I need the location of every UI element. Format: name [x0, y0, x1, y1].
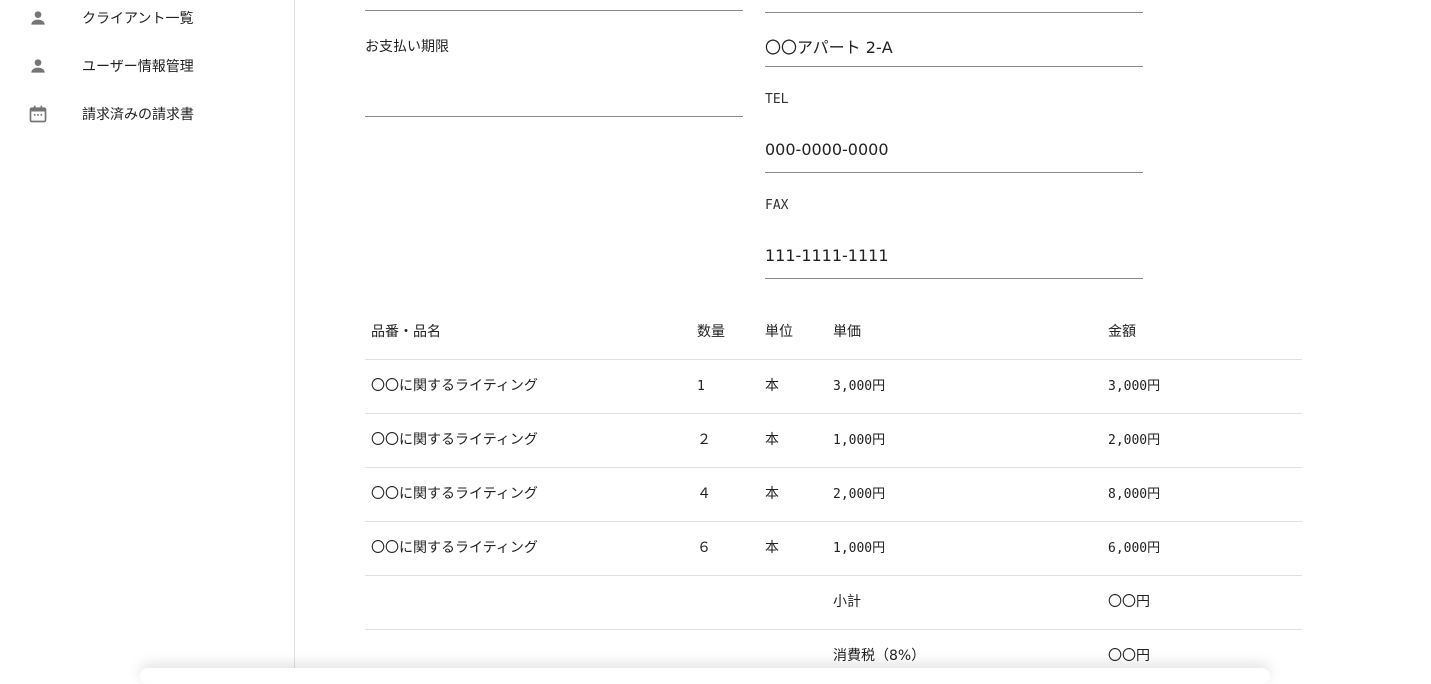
item-price: 3,000円 — [833, 379, 886, 394]
item-amount: 2,000円 — [1108, 433, 1161, 448]
item-name: 〇〇に関するライティング — [371, 486, 538, 502]
items-table: 品番・品名 数量 単位 単価 金額 〇〇に関するライティング 1 本 3,000… — [365, 306, 1302, 683]
previous-field-underline — [365, 10, 743, 11]
fax-field[interactable]: 111-1111-1111 — [765, 236, 1143, 278]
item-name: 〇〇に関するライティング — [371, 540, 538, 556]
item-unit: 本 — [765, 486, 779, 502]
item-amount: 6,000円 — [1108, 541, 1161, 556]
item-name: 〇〇に関するライティング — [371, 378, 538, 394]
calendar-icon — [29, 105, 47, 123]
table-row: 〇〇に関するライティング ４ 本 2,000円 8,000円 — [365, 468, 1302, 522]
sidebar: クライアント一覧 ユーザー情報管理 請求済みの請求書 — [0, 0, 295, 674]
sidebar-item-billed-invoices[interactable]: 請求済みの請求書 — [0, 90, 294, 138]
subtotal-label: 小計 — [833, 594, 861, 610]
fax-value: 111-1111-1111 — [765, 246, 889, 265]
subtotal-value: 〇〇円 — [1108, 594, 1150, 610]
previous-field-underline — [765, 12, 1143, 13]
due-date-field[interactable] — [365, 60, 743, 116]
person-icon — [31, 59, 45, 73]
card-bottom-edge — [140, 668, 1270, 684]
sidebar-item-label: クライアント一覧 — [82, 11, 194, 27]
table-row: 〇〇に関するライティング 1 本 3,000円 3,000円 — [365, 360, 1302, 414]
item-price: 2,000円 — [833, 487, 886, 502]
item-unit: 本 — [765, 432, 779, 448]
item-qty: ６ — [697, 540, 711, 556]
item-qty: ４ — [697, 486, 711, 502]
sidebar-item-user-info[interactable]: ユーザー情報管理 — [0, 42, 294, 90]
header-price: 単価 — [833, 324, 861, 340]
tel-label: TEL — [765, 92, 789, 107]
address-underline — [765, 66, 1143, 67]
header-name: 品番・品名 — [371, 324, 441, 340]
item-qty: 1 — [697, 379, 705, 394]
item-price: 1,000円 — [833, 541, 886, 556]
person-icon — [31, 11, 45, 25]
table-row: 〇〇に関するライティング ２ 本 1,000円 2,000円 — [365, 414, 1302, 468]
due-date-label: お支払い期限 — [365, 39, 449, 55]
due-date-underline — [365, 116, 743, 117]
table-header-row: 品番・品名 数量 単位 単価 金額 — [365, 306, 1302, 360]
item-unit: 本 — [765, 540, 779, 556]
address-field[interactable]: 〇〇アパート 2-A — [765, 24, 1143, 66]
tel-underline — [765, 172, 1143, 173]
tel-field[interactable]: 000-0000-0000 — [765, 130, 1143, 172]
sidebar-item-label: 請求済みの請求書 — [82, 107, 194, 123]
tel-value: 000-0000-0000 — [765, 140, 889, 159]
item-amount: 8,000円 — [1108, 487, 1161, 502]
item-name: 〇〇に関するライティング — [371, 432, 538, 448]
sidebar-item-client-list[interactable]: クライアント一覧 — [0, 0, 294, 42]
item-unit: 本 — [765, 378, 779, 394]
header-amount: 金額 — [1108, 324, 1136, 340]
address-value: 〇〇アパート 2-A — [765, 38, 893, 57]
sidebar-item-label: ユーザー情報管理 — [82, 59, 194, 75]
subtotal-row: 小計 〇〇円 — [365, 576, 1302, 630]
header-unit: 単位 — [765, 324, 793, 340]
fax-underline — [765, 278, 1143, 279]
fax-label: FAX — [765, 198, 789, 213]
item-price: 1,000円 — [833, 433, 886, 448]
table-row: 〇〇に関するライティング ６ 本 1,000円 6,000円 — [365, 522, 1302, 576]
header-qty: 数量 — [697, 324, 725, 340]
item-qty: ２ — [697, 432, 711, 448]
item-amount: 3,000円 — [1108, 379, 1161, 394]
